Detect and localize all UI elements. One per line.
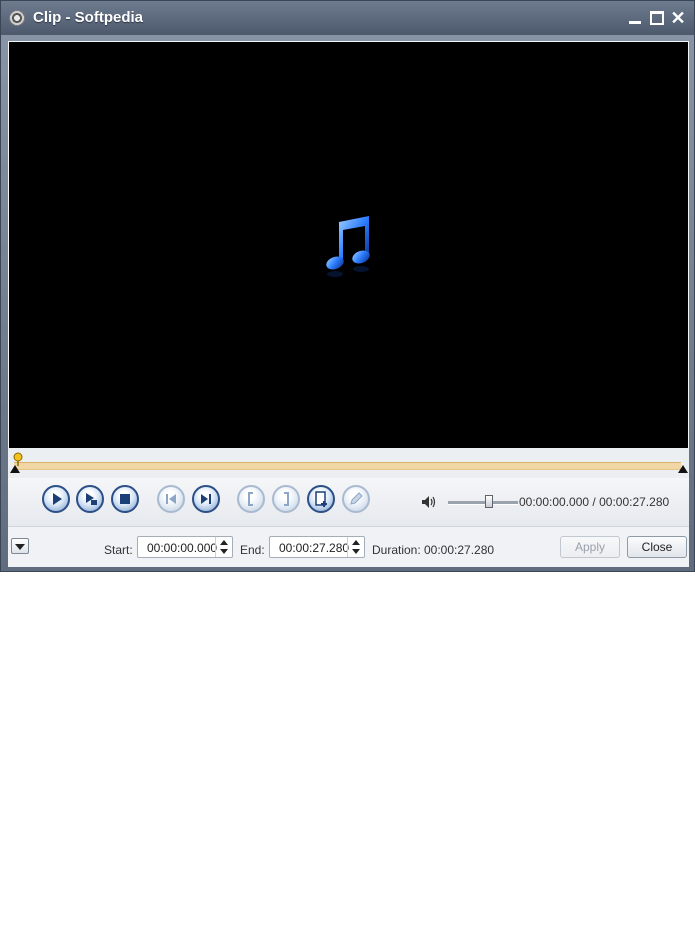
- play-button[interactable]: [42, 485, 70, 513]
- end-time-value: 00:00:27.280: [279, 541, 350, 555]
- timeline[interactable]: [8, 448, 689, 478]
- clip-settings-bar: Start: 00:00:00.000 End: 00:00:27.280 Du…: [8, 527, 689, 567]
- add-clip-icon: [315, 491, 327, 507]
- maximize-button[interactable]: [648, 9, 666, 27]
- current-time: 00:00:00.000: [519, 495, 590, 509]
- set-end-button[interactable]: [272, 485, 300, 513]
- selection-start-marker[interactable]: [10, 465, 20, 473]
- stop-button[interactable]: [111, 485, 139, 513]
- window-title: Clip - Softpedia: [33, 9, 143, 26]
- softpedia-watermark: SOFTPEDIA: [508, 921, 652, 946]
- volume-icon[interactable]: [421, 495, 437, 509]
- volume-slider[interactable]: [448, 501, 518, 505]
- duration-value: 00:00:27.280: [424, 543, 495, 557]
- expand-toggle-button[interactable]: [11, 538, 29, 554]
- set-start-button[interactable]: [237, 485, 265, 513]
- apply-button[interactable]: Apply: [560, 536, 620, 558]
- play-selection-button[interactable]: [76, 485, 104, 513]
- stop-icon: [120, 494, 130, 504]
- bracket-right-icon: [284, 492, 289, 506]
- clip-editor: 00:00:00.000 / 00:00:27.280 SOFTPEDIA St…: [8, 41, 689, 946]
- time-separator: /: [589, 495, 600, 509]
- total-time: 00:00:27.280: [599, 495, 670, 509]
- start-time-up-arrow[interactable]: [220, 540, 228, 545]
- play-icon: [53, 493, 62, 505]
- previous-icon: [166, 494, 176, 504]
- end-time-up-arrow[interactable]: [352, 540, 360, 545]
- end-time-spinner[interactable]: [347, 537, 364, 557]
- music-note-icon: [326, 216, 370, 277]
- start-time-value: 00:00:00.000: [147, 541, 218, 555]
- playhead-marker[interactable]: [12, 452, 24, 466]
- app-icon[interactable]: [9, 10, 25, 26]
- end-time-input[interactable]: 00:00:27.280: [269, 536, 365, 558]
- end-time-down-arrow[interactable]: [352, 549, 360, 554]
- start-time-down-arrow[interactable]: [220, 549, 228, 554]
- duration-label: Duration:: [372, 543, 421, 557]
- volume-slider-thumb[interactable]: [485, 495, 493, 508]
- close-button[interactable]: Close: [627, 536, 687, 558]
- next-icon: [201, 494, 211, 504]
- timeline-track[interactable]: [14, 462, 681, 470]
- play-selection-icon: [86, 493, 97, 505]
- playback-controls: 00:00:00.000 / 00:00:27.280 SOFTPEDIA: [8, 478, 689, 946]
- pencil-icon: [350, 492, 363, 505]
- bracket-left-icon: [248, 492, 253, 506]
- end-label: End:: [240, 543, 265, 557]
- start-time-spinner[interactable]: [215, 537, 232, 557]
- minimize-button[interactable]: [626, 9, 644, 27]
- edit-button[interactable]: [342, 485, 370, 513]
- clip-window: Clip - Softpedia ✕ 00:00:00.000 / 00:00:…: [0, 0, 695, 946]
- start-label: Start:: [104, 543, 133, 557]
- close-window-button[interactable]: ✕: [669, 9, 687, 27]
- selection-end-marker[interactable]: [678, 465, 688, 473]
- previous-button[interactable]: [157, 485, 185, 513]
- title-bar[interactable]: Clip - Softpedia ✕: [1, 1, 694, 35]
- add-clip-button[interactable]: [307, 485, 335, 513]
- time-readout: 00:00:00.000 / 00:00:27.280: [519, 495, 669, 509]
- next-button[interactable]: [192, 485, 220, 513]
- video-preview[interactable]: [9, 42, 688, 448]
- start-time-input[interactable]: 00:00:00.000: [137, 536, 233, 558]
